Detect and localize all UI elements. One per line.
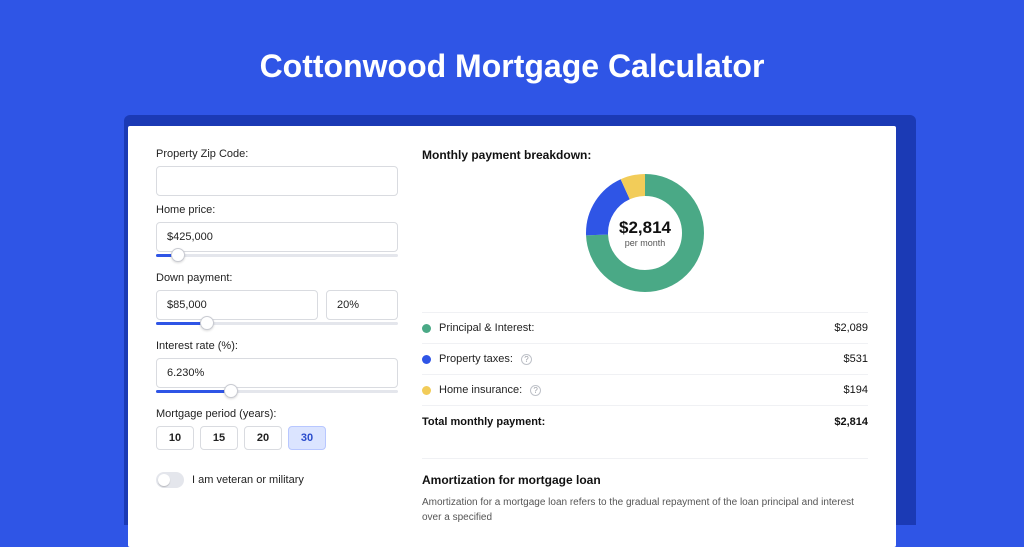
dot-icon <box>422 386 431 395</box>
home-price-input[interactable] <box>156 222 398 252</box>
legend-value: $2,089 <box>834 322 868 334</box>
down-payment-slider[interactable] <box>156 318 398 332</box>
donut-chart: $2,814 per month <box>584 172 706 294</box>
home-price-slider[interactable] <box>156 250 398 264</box>
period-buttons: 10 15 20 30 <box>156 426 398 450</box>
legend-value: $194 <box>844 384 868 396</box>
calculator-card: Property Zip Code: Home price: Down paym… <box>128 126 896 547</box>
legend-principal-interest: Principal & Interest: $2,089 <box>422 312 868 343</box>
zip-input[interactable] <box>156 166 398 196</box>
down-payment-field: Down payment: <box>156 272 398 332</box>
down-payment-label: Down payment: <box>156 272 398 284</box>
breakdown-column: Monthly payment breakdown: $2,814 per mo… <box>422 148 868 525</box>
donut-chart-wrap: $2,814 per month <box>422 172 868 294</box>
period-15-button[interactable]: 15 <box>200 426 238 450</box>
slider-thumb[interactable] <box>171 248 185 262</box>
home-price-field: Home price: <box>156 204 398 264</box>
slider-thumb[interactable] <box>224 384 238 398</box>
period-30-button[interactable]: 30 <box>288 426 326 450</box>
total-row: Total monthly payment: $2,814 <box>422 405 868 442</box>
interest-label: Interest rate (%): <box>156 340 398 352</box>
info-icon[interactable]: ? <box>521 354 532 365</box>
period-10-button[interactable]: 10 <box>156 426 194 450</box>
legend-home-insurance: Home insurance: ? $194 <box>422 374 868 405</box>
slider-thumb[interactable] <box>200 316 214 330</box>
down-payment-input[interactable] <box>156 290 318 320</box>
veteran-label: I am veteran or military <box>192 474 304 486</box>
info-icon[interactable]: ? <box>530 385 541 396</box>
amortization-text: Amortization for a mortgage loan refers … <box>422 495 868 525</box>
dot-icon <box>422 355 431 364</box>
donut-sublabel: per month <box>625 238 666 248</box>
dot-icon <box>422 324 431 333</box>
inputs-column: Property Zip Code: Home price: Down paym… <box>156 148 398 525</box>
amortization-heading: Amortization for mortgage loan <box>422 458 868 487</box>
interest-field: Interest rate (%): <box>156 340 398 400</box>
home-price-label: Home price: <box>156 204 398 216</box>
zip-field: Property Zip Code: <box>156 148 398 196</box>
legend-label: Principal & Interest: <box>439 322 534 334</box>
period-label: Mortgage period (years): <box>156 408 398 420</box>
period-20-button[interactable]: 20 <box>244 426 282 450</box>
interest-slider[interactable] <box>156 386 398 400</box>
legend-property-taxes: Property taxes: ? $531 <box>422 343 868 374</box>
interest-input[interactable] <box>156 358 398 388</box>
donut-amount: $2,814 <box>619 218 671 238</box>
veteran-toggle-row: I am veteran or military <box>156 472 398 488</box>
period-field: Mortgage period (years): 10 15 20 30 <box>156 408 398 450</box>
page-title: Cottonwood Mortgage Calculator <box>0 0 1024 107</box>
breakdown-heading: Monthly payment breakdown: <box>422 148 868 162</box>
down-payment-pct-input[interactable] <box>326 290 398 320</box>
legend-label: Home insurance: <box>439 384 522 396</box>
veteran-toggle[interactable] <box>156 472 184 488</box>
total-value: $2,814 <box>834 416 868 428</box>
legend-value: $531 <box>844 353 868 365</box>
zip-label: Property Zip Code: <box>156 148 398 160</box>
legend-label: Property taxes: <box>439 353 513 365</box>
total-label: Total monthly payment: <box>422 416 545 428</box>
